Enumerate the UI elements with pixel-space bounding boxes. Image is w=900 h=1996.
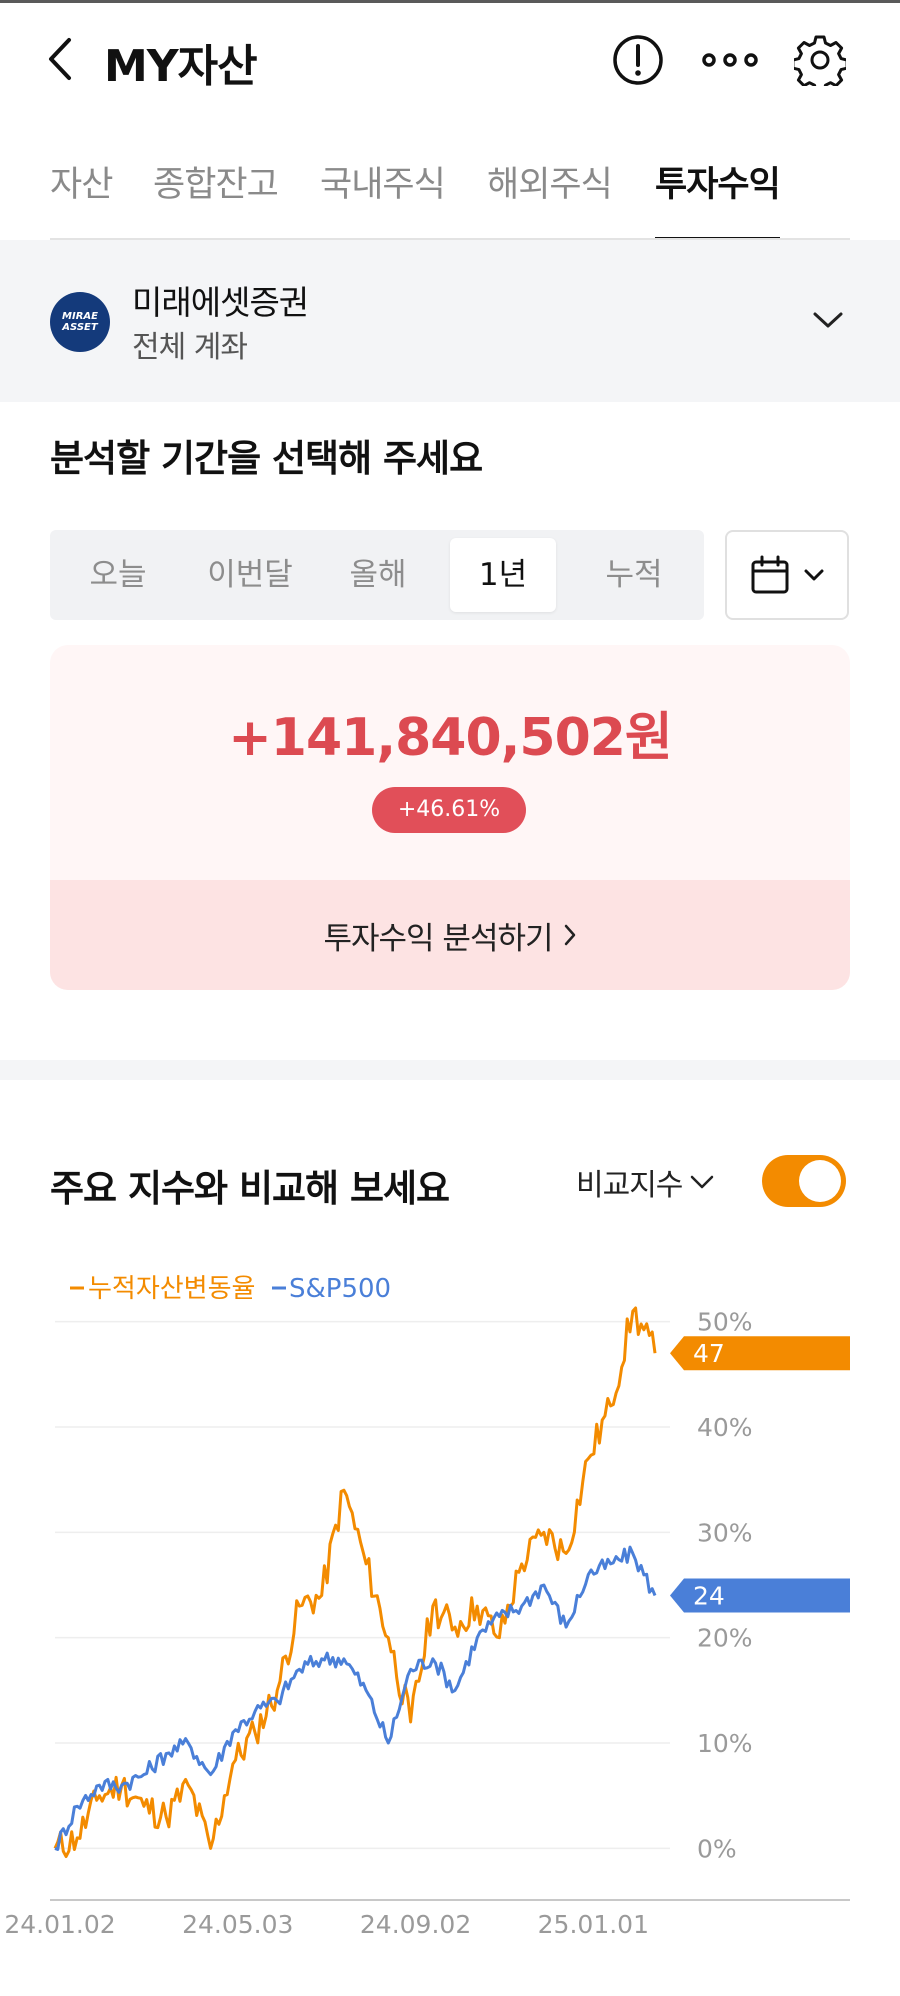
chevron-down-icon <box>691 1175 714 1189</box>
y-tick-label: 50% <box>697 1308 753 1337</box>
account-selector[interactable]: MIRAE ASSET 미래에셋증권 전체 계좌 <box>0 240 900 402</box>
settings-button[interactable] <box>792 32 848 88</box>
period-option-this-year[interactable]: 올해 <box>318 538 438 612</box>
tab-overseas-stocks[interactable]: 해외주식 <box>487 156 613 242</box>
profit-amount: +141,840,502원 <box>228 708 673 768</box>
broker-name: 미래에셋증권 <box>132 283 309 322</box>
compare-section-title: 주요 지수와 비교해 보세요 <box>50 1167 450 1210</box>
last-value-label: 47 <box>693 1339 725 1368</box>
legend-label-portfolio: 누적자산변동율 <box>88 1274 255 1304</box>
period-option-today[interactable]: 오늘 <box>58 538 178 612</box>
page-title: MY자산 <box>104 41 258 92</box>
x-tick-label: 24.05.03 <box>182 1910 293 1939</box>
x-tick-label: 24.09.02 <box>360 1910 471 1939</box>
more-dots-icon <box>702 53 758 67</box>
analyze-returns-button[interactable]: 투자수익 분석하기 <box>50 880 850 990</box>
toggle-knob <box>799 1160 841 1202</box>
gear-icon <box>794 35 846 86</box>
tab-investment-returns[interactable]: 투자수익 <box>655 156 781 242</box>
y-tick-label: 20% <box>697 1624 753 1653</box>
y-tick-label: 30% <box>697 1518 753 1547</box>
legend-label-sp500: S&P500 <box>289 1274 391 1304</box>
calendar-icon <box>751 555 789 594</box>
account-label: 전체 계좌 <box>132 330 248 365</box>
analyze-returns-label: 투자수익 분석하기 <box>323 920 553 957</box>
period-option-1-year[interactable]: 1년 <box>450 538 556 612</box>
period-option-cumulative[interactable]: 누적 <box>572 538 696 612</box>
x-tick-label: 25.01.01 <box>538 1910 649 1939</box>
compare-index-dropdown[interactable]: 비교지수 <box>576 1160 714 1204</box>
profit-rate-badge: +46.61% <box>372 787 526 833</box>
broker-logo: MIRAE ASSET <box>50 292 110 352</box>
compare-index-label: 비교지수 <box>576 1168 683 1203</box>
exclamation-circle-icon <box>613 35 663 85</box>
app-header: MY자산 <box>0 0 900 120</box>
returns-comparison-chart: 누적자산변동율 S&P500 0% 10% 20% 30% 40% 50% 47 24 24… <box>4 1274 850 1939</box>
y-tick-label: 10% <box>697 1729 753 1758</box>
period-option-this-month[interactable]: 이번달 <box>190 538 310 612</box>
chevron-right-icon <box>564 924 575 946</box>
y-tick-label: 40% <box>697 1413 753 1442</box>
tab-total-balance[interactable]: 종합잔고 <box>153 156 279 242</box>
chevron-down-icon <box>804 569 824 581</box>
tab-assets[interactable]: 자산 <box>50 156 113 242</box>
calendar-button[interactable] <box>725 530 849 620</box>
last-value-label: 24 <box>693 1582 725 1611</box>
section-separator <box>0 1060 900 1080</box>
back-button[interactable] <box>40 32 80 86</box>
tab-domestic-stocks[interactable]: 국내주식 <box>320 156 446 242</box>
compare-index-toggle[interactable] <box>762 1155 846 1207</box>
info-button[interactable] <box>610 32 666 88</box>
x-tick-label: 24.01.02 <box>4 1910 115 1939</box>
more-button[interactable] <box>702 32 758 88</box>
chevron-down-icon <box>808 300 848 340</box>
chevron-left-icon <box>49 38 71 80</box>
period-section-title: 분석할 기간을 선택해 주세요 <box>50 437 483 480</box>
profit-summary-card: +141,840,502원 +46.61% 투자수익 분석하기 <box>50 645 850 990</box>
tab-bar: 자산 종합잔고 국내주식 해외주식 투자수익 <box>0 150 900 242</box>
period-segmented-control: 오늘 이번달 올해 1년 누적 <box>50 530 704 620</box>
y-tick-label: 0% <box>697 1834 737 1863</box>
